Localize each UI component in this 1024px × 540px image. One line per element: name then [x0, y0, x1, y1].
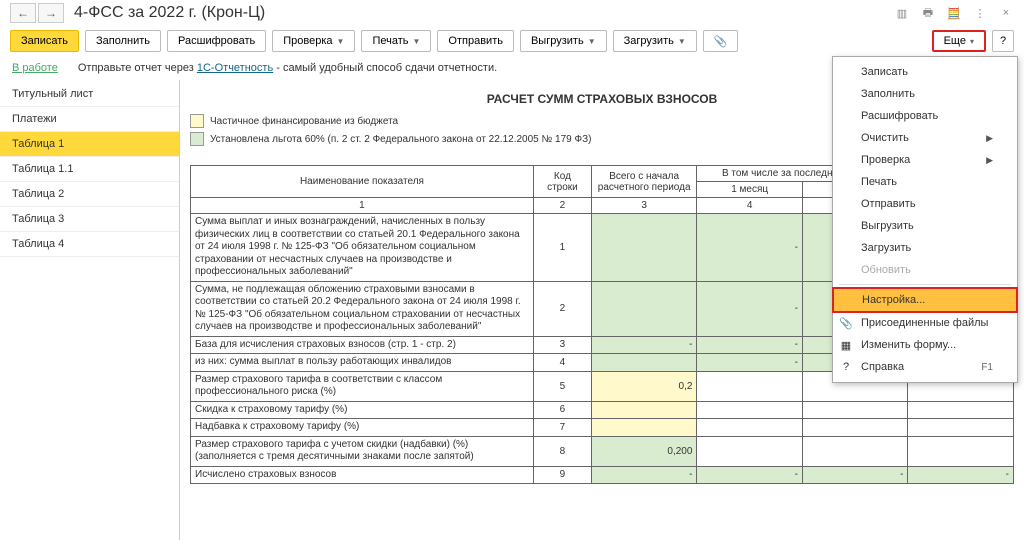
chevron-right-icon: ▶ — [986, 133, 993, 144]
cell[interactable] — [908, 401, 1014, 419]
cell[interactable]: - — [591, 336, 697, 354]
cell[interactable]: - — [697, 466, 803, 484]
cell[interactable] — [697, 371, 803, 401]
new-window-icon[interactable]: ▥ — [894, 5, 910, 21]
cell[interactable] — [591, 401, 697, 419]
send-button[interactable]: Отправить — [437, 30, 514, 52]
clip-icon: 📎 — [839, 316, 853, 330]
fill-button[interactable]: Заполнить — [85, 30, 161, 52]
legend-swatch-yellow — [190, 114, 204, 128]
menu-item[interactable]: Загрузить — [833, 237, 1017, 259]
arrow-right-icon: → — [45, 6, 57, 20]
chevron-down-icon: ▼ — [678, 37, 686, 46]
close-icon[interactable]: × — [998, 5, 1014, 21]
menu-item[interactable]: Печать — [833, 171, 1017, 193]
legend-swatch-green — [190, 132, 204, 146]
cell[interactable] — [697, 419, 803, 437]
cell[interactable] — [591, 354, 697, 372]
sidebar-item[interactable]: Платежи — [0, 107, 179, 132]
cell[interactable] — [697, 436, 803, 466]
menu-item[interactable]: Заполнить — [833, 83, 1017, 105]
cell[interactable] — [591, 419, 697, 437]
paperclip-icon: 📎 — [714, 35, 728, 48]
more-dropdown: ЗаписатьЗаполнитьРасшифроватьОчистить▶Пр… — [832, 56, 1018, 383]
cell[interactable] — [908, 436, 1014, 466]
cell[interactable]: - — [697, 354, 803, 372]
cell[interactable] — [802, 419, 908, 437]
page-title: 4-ФСС за 2022 г. (Крон-Ц) — [74, 4, 894, 22]
forward-button[interactable]: → — [38, 3, 64, 23]
sidebar-item[interactable]: Таблица 4 — [0, 232, 179, 257]
table-row: Исчислено страховых взносов9---- — [191, 466, 1014, 484]
menu-item[interactable]: Отправить — [833, 193, 1017, 215]
cell[interactable]: - — [591, 466, 697, 484]
cell[interactable] — [802, 401, 908, 419]
back-button[interactable]: ← — [10, 3, 36, 23]
menu-item[interactable]: Записать — [833, 61, 1017, 83]
table-row: Надбавка к страховому тарифу (%)7 — [191, 419, 1014, 437]
arrow-left-icon: ← — [17, 6, 29, 20]
chevron-down-icon: ▼ — [337, 37, 345, 46]
cell[interactable]: - — [908, 466, 1014, 484]
legend-text-1: Частичное финансирование из бюджета — [210, 116, 398, 127]
download-button[interactable]: Загрузить▼ — [613, 30, 697, 52]
cell[interactable]: - — [697, 336, 803, 354]
cell[interactable] — [697, 401, 803, 419]
attach-button[interactable]: 📎 — [703, 30, 739, 52]
sidebar-item[interactable]: Таблица 3 — [0, 207, 179, 232]
cell[interactable] — [591, 214, 697, 282]
form-icon: ▦ — [839, 338, 853, 352]
menu-item[interactable]: ?СправкаF1 — [833, 356, 1017, 378]
menu-item[interactable]: Выгрузить — [833, 215, 1017, 237]
table-row: Скидка к страховому тарифу (%)6 — [191, 401, 1014, 419]
service-link[interactable]: 1С-Отчетность — [197, 62, 273, 74]
more-icon[interactable]: ⋮ — [972, 5, 988, 21]
chevron-right-icon: ▶ — [986, 155, 993, 166]
cell[interactable] — [908, 419, 1014, 437]
chevron-down-icon: ▾ — [970, 37, 974, 46]
help-button[interactable]: ? — [992, 30, 1014, 52]
menu-item: Обновить — [833, 259, 1017, 281]
cell[interactable] — [591, 281, 697, 336]
print-icon[interactable]: 🖶 — [920, 5, 936, 21]
menu-item[interactable]: Расшифровать — [833, 105, 1017, 127]
upload-button[interactable]: Выгрузить▼ — [520, 30, 607, 52]
decode-button[interactable]: Расшифровать — [167, 30, 266, 52]
write-button[interactable]: Записать — [10, 30, 79, 52]
sidebar-item[interactable]: Таблица 1 — [0, 132, 179, 157]
cell[interactable]: 0,2 — [591, 371, 697, 401]
menu-item[interactable]: 📎Присоединенные файлы — [833, 312, 1017, 334]
table-row: Размер страхового тарифа с учетом скидки… — [191, 436, 1014, 466]
sidebar-item[interactable]: Титульный лист — [0, 82, 179, 107]
more-button[interactable]: Еще▾ — [932, 30, 986, 52]
status-link[interactable]: В работе — [12, 62, 58, 74]
sidebar-item[interactable]: Таблица 1.1 — [0, 157, 179, 182]
th-m1: 1 месяц — [697, 182, 803, 198]
cell[interactable]: - — [697, 214, 803, 282]
legend-text-2: Установлена льгота 60% (п. 2 ст. 2 Федер… — [210, 134, 591, 145]
th-name: Наименование показателя — [191, 166, 534, 198]
calc-icon[interactable]: 🧮 — [946, 5, 962, 21]
sidebar: Титульный листПлатежиТаблица 1Таблица 1.… — [0, 80, 180, 540]
cell[interactable]: - — [802, 466, 908, 484]
chevron-down-icon: ▼ — [413, 37, 421, 46]
check-button[interactable]: Проверка▼ — [272, 30, 355, 52]
menu-item[interactable]: Очистить▶ — [833, 127, 1017, 149]
th-code: Код строки — [533, 166, 591, 198]
help-icon: ? — [839, 360, 853, 374]
print-button[interactable]: Печать▼ — [361, 30, 431, 52]
th-total: Всего с начала расчетного периода — [591, 166, 697, 198]
chevron-down-icon: ▼ — [588, 37, 596, 46]
sidebar-item[interactable]: Таблица 2 — [0, 182, 179, 207]
info-text: Отправьте отчет через 1С-Отчетность - са… — [78, 62, 497, 74]
menu-item[interactable]: ▦Изменить форму... — [833, 334, 1017, 356]
cell[interactable]: - — [697, 281, 803, 336]
cell[interactable]: 0,200 — [591, 436, 697, 466]
cell[interactable] — [802, 436, 908, 466]
menu-item[interactable]: Проверка▶ — [833, 149, 1017, 171]
menu-item[interactable]: Настройка... — [832, 287, 1018, 313]
